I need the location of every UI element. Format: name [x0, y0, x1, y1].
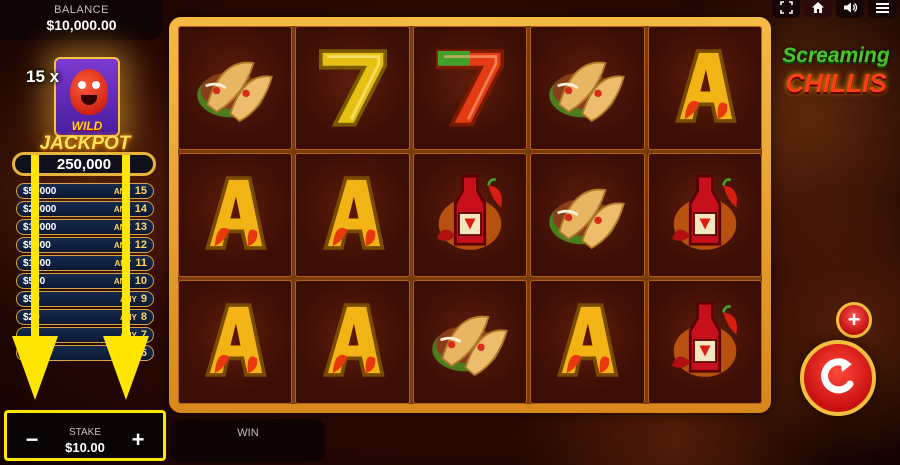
logo-line-2: CHILLIS: [785, 68, 887, 98]
prize-amount: $5000: [23, 239, 51, 251]
game-logo: Screaming CHILLIS: [777, 44, 895, 98]
ace-icon: [189, 167, 281, 264]
prize-requirement: ANY 14: [113, 203, 147, 215]
reel-cell-taco: [530, 153, 645, 277]
prize-requirement: ANY 8: [119, 311, 147, 323]
hot-sauce-icon: [659, 294, 751, 391]
sound-icon: [843, 1, 858, 17]
balance-value: $10,000.00: [46, 17, 117, 33]
taco-icon: [424, 294, 516, 391]
spin-button[interactable]: [800, 340, 876, 416]
prize-row: ANY 7: [16, 327, 154, 343]
prize-amount: $50: [23, 293, 40, 305]
prize-amount: $50000: [23, 185, 57, 197]
prize-amount: $10000: [23, 221, 57, 233]
reel-cell-ace: [530, 280, 645, 404]
ace-icon: [307, 167, 399, 264]
prize-row: $50 ANY 9: [16, 291, 154, 307]
win-label: WIN: [237, 427, 259, 439]
prize-requirement: ANY 6: [119, 347, 147, 359]
prize-amount: $20: [23, 311, 40, 323]
seven-yellow-icon: [307, 40, 399, 137]
reel-cell-taco: [412, 280, 528, 404]
prize-row: $10000 ANY 13: [16, 219, 154, 235]
prize-requirement: ANY 12: [113, 239, 147, 251]
stake-increase-button[interactable]: +: [127, 429, 149, 451]
top-controls: [772, 0, 896, 18]
balance-label: BALANCE: [54, 4, 109, 16]
prize-amount: $500: [23, 275, 46, 287]
prize-row: $50000 ANY 15: [16, 183, 154, 199]
stake-panel: − STAKE $10.00 +: [4, 410, 166, 461]
home-button[interactable]: [804, 0, 832, 18]
reel-cell-hot-sauce: [412, 153, 528, 277]
prize-requirement: ANY 13: [113, 221, 147, 233]
plus-icon: +: [847, 307, 861, 332]
taco-icon: [541, 40, 633, 137]
prize-amount: $1000: [23, 257, 51, 269]
reel-cell-ace: [295, 280, 410, 404]
menu-button[interactable]: [868, 0, 896, 18]
reel-frame: [169, 17, 771, 413]
prize-amount: $20000: [23, 203, 57, 215]
fullscreen-button[interactable]: [772, 0, 800, 18]
spin-icon: [816, 354, 860, 403]
wild-chilli-icon: WILD: [54, 57, 120, 137]
prize-row: ANY 6: [16, 345, 154, 361]
prize-row: $20 ANY 8: [16, 309, 154, 325]
seven-red-icon: [424, 40, 516, 137]
reel-cell-ace: [178, 280, 293, 404]
balance-display: BALANCE $10,000.00: [0, 0, 163, 40]
prize-row: $5000 ANY 12: [16, 237, 154, 253]
home-icon: [811, 1, 825, 17]
bet-plus-button[interactable]: +: [836, 302, 872, 338]
hot-sauce-icon: [424, 167, 516, 264]
ace-icon: [659, 40, 751, 137]
wild-multiplier: 15 x: [26, 67, 60, 86]
prize-row: $500 ANY 10: [16, 273, 154, 289]
ace-icon: [189, 294, 281, 391]
reel-cell-hot-sauce: [647, 153, 762, 277]
hot-sauce-icon: [659, 167, 751, 264]
reel-cell-ace: [295, 153, 410, 277]
prize-requirement: ANY 11: [114, 257, 147, 269]
prize-requirement: ANY 10: [113, 275, 147, 287]
logo-line-1: Screaming: [782, 44, 890, 67]
chilli-face-icon: [70, 69, 108, 115]
reel-cell-ace: [178, 153, 293, 277]
sound-button[interactable]: [836, 0, 864, 18]
reel-cell-taco: [530, 26, 645, 150]
reel-cell-ace: [647, 26, 762, 150]
prize-row: $1000 ANY 11: [16, 255, 154, 271]
reel-cell-seven-red: [412, 26, 528, 150]
prize-requirement: ANY 9: [119, 293, 147, 305]
ace-icon: [307, 294, 399, 391]
reel-grid: [178, 26, 762, 404]
prize-row: $20000 ANY 14: [16, 201, 154, 217]
prize-requirement: ANY 15: [113, 185, 147, 197]
wild-label: WILD: [71, 119, 103, 133]
fullscreen-icon: [779, 1, 793, 17]
jackpot-value: 250,000: [12, 152, 156, 176]
prize-requirement: ANY 7: [119, 329, 147, 341]
reel-cell-hot-sauce: [647, 280, 762, 404]
jackpot-prize-table: $50000 ANY 15 $20000 ANY 14 $10000 ANY 13 $5000 AN…: [16, 183, 154, 363]
menu-icon: [875, 2, 889, 17]
reel-cell-seven-yellow: [295, 26, 410, 150]
taco-icon: [189, 40, 281, 137]
taco-icon: [541, 167, 633, 264]
reel-cell-taco: [178, 26, 293, 150]
ace-icon: [541, 294, 633, 391]
win-display: WIN: [171, 419, 325, 462]
